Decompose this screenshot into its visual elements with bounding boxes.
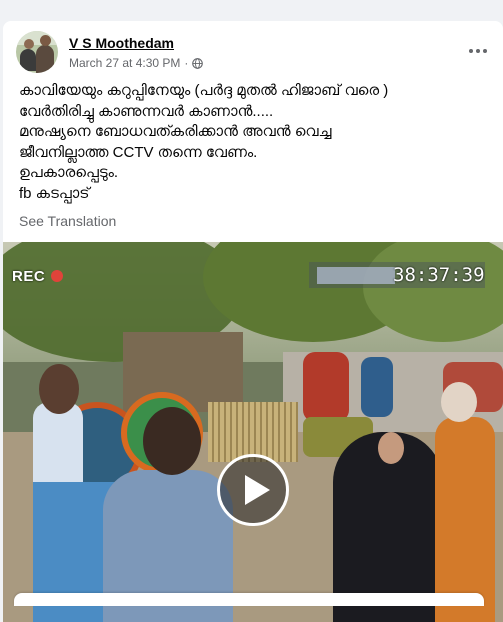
rec-label: REC [12, 268, 46, 285]
cctv-clock: 38:37:39 [393, 264, 485, 286]
post-text-line: fb കടപ്പാട് [19, 184, 90, 202]
video-scene-monk-head [441, 382, 477, 422]
more-options-button[interactable] [466, 39, 490, 63]
bottom-overlay-bar [14, 593, 484, 606]
globe-icon [192, 57, 204, 69]
video-scene-rider [303, 352, 349, 422]
post-text-line: കാവിയേയും കറുപ്പിനേയും (പർദ്ദ മുതൽ ഹിജാബ… [19, 82, 389, 99]
post-text: കാവിയേയും കറുപ്പിനേയും (പർദ്ദ മുതൽ ഹിജാബ… [19, 81, 494, 204]
video-scene-monk [435, 417, 495, 622]
more-options-icon [469, 49, 473, 53]
video-scene-vendor-head [39, 364, 79, 414]
meta-separator: · [184, 56, 189, 70]
post-text-line: വേർതിരിച്ചു കാണുന്നവർ കാണാൻ..... [19, 102, 274, 120]
post-text-line: മനുഷ്യനെ ബോധവത്കരിക്കാൻ അവൻ വെച്ച [19, 123, 332, 140]
author-name[interactable]: V S Moothedam [69, 35, 174, 51]
see-translation-link[interactable]: See Translation [19, 213, 116, 229]
video-scene-sugarcane [208, 402, 298, 462]
post-meta: March 27 at 4:30 PM · [69, 56, 204, 70]
video-scene-woman-face [378, 432, 404, 464]
video-scene-bystander [361, 357, 393, 417]
play-button[interactable] [217, 454, 289, 526]
video-player[interactable]: REC 38:37:39 [3, 242, 503, 622]
post-timestamp[interactable]: March 27 at 4:30 PM [69, 56, 180, 70]
post-card: V S Moothedam March 27 at 4:30 PM · കാവി… [3, 21, 503, 622]
cctv-date-bar [317, 267, 395, 284]
cctv-clock-overlay: 38:37:39 [309, 262, 485, 288]
post-text-line: ജീവനില്ലാത്ത CCTV തന്നെ വേണം. [19, 143, 258, 161]
video-scene-man-head [143, 407, 201, 475]
play-icon [245, 475, 270, 505]
post-text-line: ഉപകാരപ്പെടും. [19, 164, 119, 181]
post-header: V S Moothedam March 27 at 4:30 PM · [16, 31, 496, 75]
rec-indicator-icon [51, 270, 63, 282]
avatar[interactable] [16, 31, 58, 73]
